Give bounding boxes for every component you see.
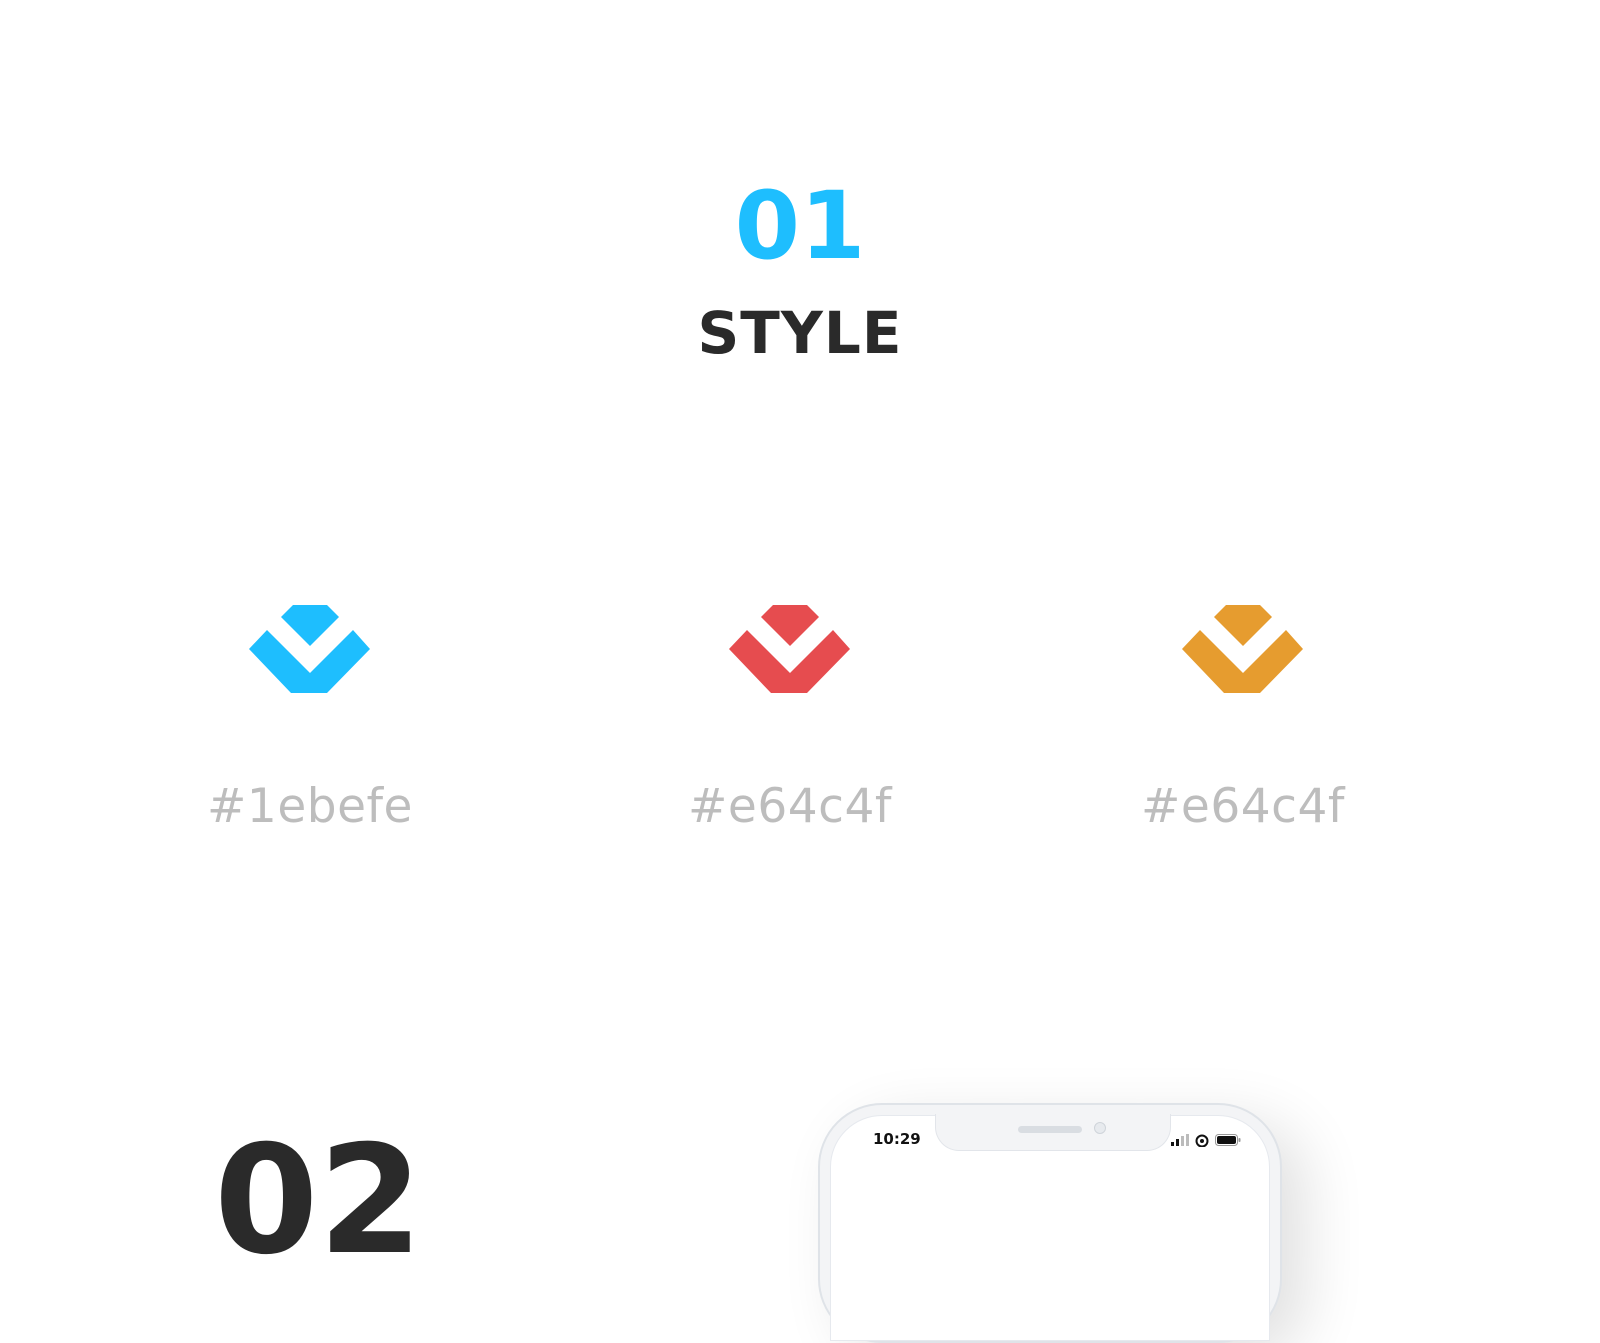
phone-notch [935,1114,1171,1151]
front-camera-icon [1094,1122,1106,1134]
chevron-diamond-shape [249,605,370,693]
battery-icon [1215,1134,1241,1146]
color-hex-label: #1ebefe [207,779,413,834]
chevron-diamond-icon [249,605,371,699]
speaker-grille [1018,1126,1082,1133]
color-swatch: #1ebefe [130,605,490,865]
phone-screen: 10:29 [830,1114,1270,1341]
color-hex-label: #e64c4f [1141,779,1345,834]
next-section-number: 02 [214,1114,423,1288]
chevron-diamond-icon [729,605,851,699]
signal-icon [1171,1134,1189,1146]
section-number: 01 [734,172,866,281]
color-hex-label: #e64c4f [688,779,892,834]
color-swatch: #e64c4f [610,605,970,865]
color-swatch: #e64c4f [1063,605,1423,865]
chevron-diamond-icon [1182,605,1304,699]
chevron-diamond-shape [729,605,850,693]
section-title: STYLE [697,299,903,367]
status-bar-icons [1171,1133,1241,1147]
wifi-icon [1195,1134,1209,1147]
chevron-diamond-shape [1182,605,1303,693]
status-bar-time: 10:29 [873,1130,921,1148]
phone-mockup: 10:29 [818,1103,1282,1343]
